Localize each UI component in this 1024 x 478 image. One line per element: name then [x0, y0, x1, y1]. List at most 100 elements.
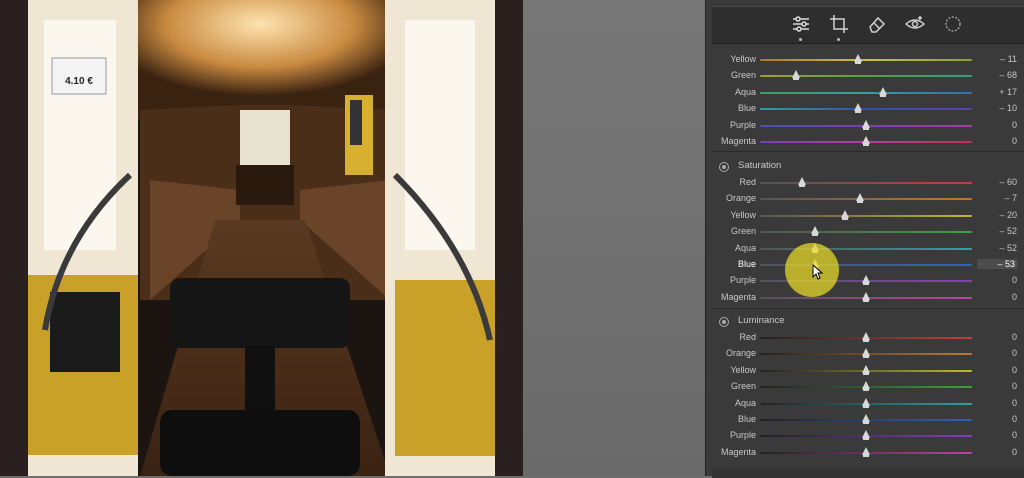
slider-thumb[interactable]	[862, 446, 870, 457]
slider-value[interactable]: 0	[981, 414, 1017, 424]
slider-thumb[interactable]	[862, 430, 870, 441]
slider-value[interactable]: – 60	[981, 177, 1017, 187]
slider-thumb[interactable]	[862, 136, 870, 146]
slider-thumb[interactable]	[798, 177, 807, 187]
slider-label: Magenta	[720, 446, 756, 457]
slider-thumb[interactable]	[853, 103, 862, 114]
hue-row-green: Green – 68	[712, 68, 1024, 84]
canvas-background	[523, 0, 705, 476]
slider-value[interactable]: – 11	[981, 54, 1017, 64]
target-adjust-icon[interactable]	[719, 162, 729, 172]
slider-thumb[interactable]	[862, 381, 870, 392]
saturation-row-orange: Orange – 7	[712, 191, 1024, 207]
slider-label: Yellow	[730, 209, 756, 220]
slider-value[interactable]: – 52	[981, 226, 1017, 236]
slider-thumb[interactable]	[862, 291, 870, 302]
slider-value[interactable]: 0	[981, 381, 1017, 391]
saturation-row-yellow: Yellow – 20	[712, 208, 1024, 224]
slider-label: Orange	[725, 348, 756, 359]
active-tool-dot	[799, 38, 802, 41]
saturation-row-magenta: Magenta 0	[712, 290, 1024, 306]
tool-dot	[837, 38, 840, 41]
target-adjust-icon[interactable]	[719, 317, 729, 327]
slider-label: Purple	[729, 119, 756, 130]
slider-thumb[interactable]	[855, 193, 864, 204]
red-eye-icon[interactable]	[904, 13, 926, 35]
mask-icon[interactable]	[942, 13, 964, 35]
saturation-slider-yellow[interactable]	[760, 214, 972, 217]
panel-footer	[712, 468, 1024, 478]
slider-thumb[interactable]	[853, 54, 862, 64]
edit-sliders-icon[interactable]	[790, 13, 812, 41]
hue-slider-aqua[interactable]	[760, 91, 972, 94]
slider-thumb[interactable]	[862, 364, 870, 375]
tram-interior-image: 4.10 €	[0, 0, 523, 476]
slider-value[interactable]: – 7	[981, 193, 1017, 203]
saturation-slider-red[interactable]	[760, 182, 972, 184]
slider-label: Aqua	[734, 397, 756, 408]
hue-slider-yellow[interactable]	[760, 59, 972, 61]
slider-thumb[interactable]	[811, 226, 820, 237]
luminance-row-aqua: Aqua 0	[712, 396, 1024, 412]
hue-row-purple: Purple 0	[712, 118, 1024, 134]
hue-row-magenta: Magenta 0	[712, 134, 1024, 150]
slider-thumb[interactable]	[878, 86, 887, 97]
crop-icon[interactable]	[828, 13, 850, 41]
slider-value[interactable]: – 52	[981, 243, 1017, 253]
slider-value[interactable]: 0	[981, 365, 1017, 375]
slider-value[interactable]: – 53	[977, 259, 1017, 269]
slider-value[interactable]: 0	[981, 136, 1017, 146]
luminance-row-blue: Blue 0	[712, 412, 1024, 428]
slider-label: Aqua	[734, 86, 756, 97]
slider-thumb[interactable]	[792, 70, 801, 81]
slider-label: Blue	[737, 259, 756, 269]
saturation-title: Saturation	[738, 160, 782, 171]
slider-value[interactable]: 0	[981, 348, 1017, 358]
slider-value[interactable]: 0	[981, 332, 1017, 342]
slider-value[interactable]: 0	[981, 398, 1017, 408]
slider-thumb[interactable]	[862, 332, 870, 342]
saturation-slider-orange[interactable]	[760, 198, 972, 201]
eraser-icon[interactable]	[866, 13, 888, 35]
slider-value[interactable]: – 20	[981, 210, 1017, 220]
saturation-slider-aqua[interactable]	[760, 247, 972, 250]
luminance-header[interactable]: Luminance	[712, 314, 1024, 330]
slider-thumb[interactable]	[840, 209, 849, 220]
slider-label: Green	[730, 226, 756, 237]
slider-value[interactable]: + 17	[981, 87, 1017, 97]
section-divider	[712, 151, 1024, 152]
slider-label: Magenta	[720, 136, 756, 146]
slider-label: Green	[730, 381, 756, 392]
luminance-row-green: Green 0	[712, 379, 1024, 395]
luminance-row-red: Red 0	[712, 330, 1024, 346]
slider-value[interactable]: 0	[981, 120, 1017, 130]
slider-thumb[interactable]	[862, 275, 870, 286]
slider-value[interactable]: 0	[981, 275, 1017, 285]
slider-thumb[interactable]	[862, 348, 870, 359]
saturation-row-purple: Purple 0	[712, 273, 1024, 289]
slider-value[interactable]: – 10	[981, 103, 1017, 113]
slider-thumb[interactable]	[862, 414, 870, 424]
luminance-row-purple: Purple 0	[712, 428, 1024, 444]
slider-thumb[interactable]	[862, 119, 870, 130]
slider-label: Purple	[729, 430, 756, 441]
saturation-row-red: Red – 60	[712, 175, 1024, 191]
slider-label: Yellow	[730, 54, 756, 64]
slider-value[interactable]: – 68	[981, 70, 1017, 80]
mouse-cursor-icon	[812, 264, 824, 280]
luminance-row-orange: Orange 0	[712, 346, 1024, 362]
slider-value[interactable]: 0	[981, 430, 1017, 440]
luminance-row-magenta: Magenta 0	[712, 445, 1024, 461]
slider-value[interactable]: 0	[981, 447, 1017, 457]
saturation-slider-green[interactable]	[760, 231, 972, 234]
slider-value[interactable]: 0	[981, 292, 1017, 302]
slider-label: Red	[739, 332, 756, 342]
saturation-header[interactable]: Saturation	[712, 159, 1024, 175]
hsl-panel: Yellow – 11 Green – 68 Aqua + 17 Blue – 10 Purpl…	[712, 44, 1024, 478]
hue-row-yellow: Yellow – 11	[712, 52, 1024, 68]
hue-slider-blue[interactable]	[760, 108, 972, 111]
section-divider	[712, 308, 1024, 309]
slider-thumb[interactable]	[862, 397, 870, 408]
luminance-row-yellow: Yellow 0	[712, 363, 1024, 379]
luminance-title: Luminance	[738, 315, 785, 326]
